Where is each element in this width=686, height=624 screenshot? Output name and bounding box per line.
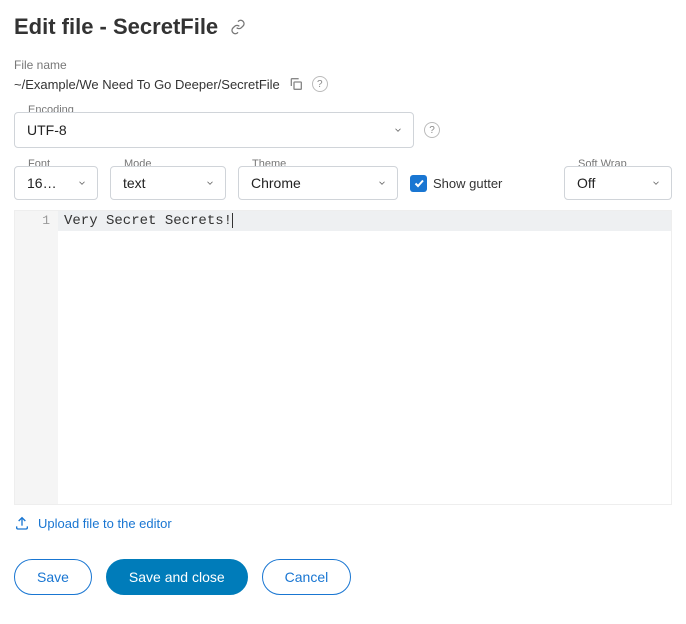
encoding-value: UTF-8 [27,122,67,138]
line-number: 1 [19,213,50,228]
editor-cursor [232,213,233,228]
chevron-down-icon [651,178,661,188]
editor-gutter: 1 [15,211,58,504]
editor-content[interactable]: Very Secret Secrets! [58,211,671,504]
code-text: Very Secret Secrets! [64,213,232,229]
encoding-select[interactable]: UTF-8 [14,112,414,148]
upload-icon [14,515,30,531]
show-gutter-checkbox[interactable] [410,175,427,192]
code-editor[interactable]: 1 Very Secret Secrets! [14,210,672,505]
theme-value: Chrome [251,175,301,191]
file-name-value: ~/Example/We Need To Go Deeper/SecretFil… [14,77,280,92]
file-name-label: File name [14,58,672,72]
chevron-down-icon [377,178,387,188]
upload-label: Upload file to the editor [38,516,172,531]
font-select[interactable]: 16… [14,166,98,200]
chevron-down-icon [393,125,403,135]
page-title: Edit file - SecretFile [14,14,218,40]
help-icon[interactable]: ? [424,122,440,138]
save-button[interactable]: Save [14,559,92,595]
mode-select[interactable]: text [110,166,226,200]
permalink-icon[interactable] [230,19,246,35]
soft-wrap-select[interactable]: Off [564,166,672,200]
help-icon[interactable]: ? [312,76,328,92]
font-value: 16… [27,175,57,191]
cancel-button[interactable]: Cancel [262,559,352,595]
theme-select[interactable]: Chrome [238,166,398,200]
upload-file-link[interactable]: Upload file to the editor [14,515,672,531]
soft-wrap-value: Off [577,175,595,191]
copy-icon[interactable] [288,76,304,92]
save-close-button[interactable]: Save and close [106,559,248,595]
show-gutter-label: Show gutter [433,176,502,191]
chevron-down-icon [205,178,215,188]
chevron-down-icon [77,178,87,188]
mode-value: text [123,175,146,191]
